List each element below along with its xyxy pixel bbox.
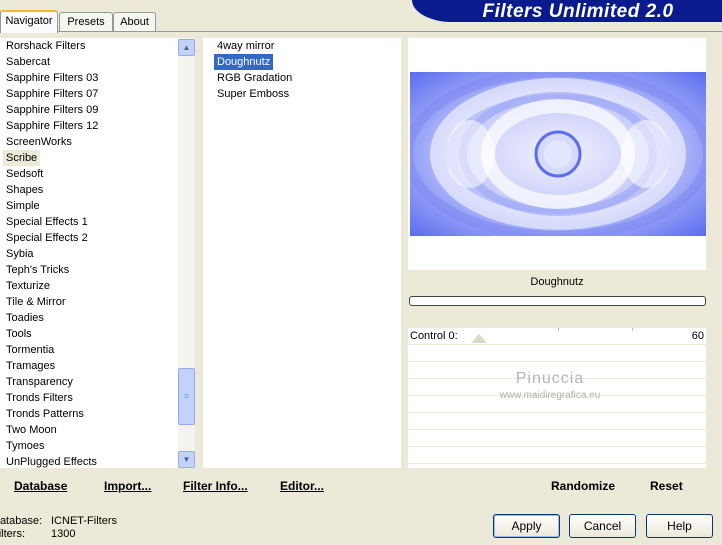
filter-item[interactable]: RGB Gradation	[214, 70, 295, 86]
control-0-label: Control 0:	[410, 330, 458, 342]
category-item[interactable]: Sabercat	[3, 54, 53, 70]
editor-label: Editor...	[280, 479, 325, 493]
database-button[interactable]: Database	[14, 479, 67, 493]
progress-bar	[409, 296, 706, 306]
control-row-empty	[408, 447, 706, 464]
tab-navigator[interactable]: Navigator	[0, 10, 58, 33]
control-0-value: 60	[691, 330, 704, 342]
reset-button[interactable]: Reset	[650, 479, 683, 493]
category-scrollbar[interactable]: ▲ ≡ ▼	[178, 38, 195, 468]
tab-divider	[0, 31, 722, 32]
filters-footer-label: Filters:	[0, 528, 25, 540]
tab-presets[interactable]: Presets	[59, 12, 113, 31]
category-item[interactable]: Sapphire Filters 12	[3, 118, 101, 134]
preview-image	[410, 72, 706, 236]
category-list[interactable]: Rorshack Filters Sabercat Sapphire Filters…	[0, 38, 178, 468]
category-item[interactable]: Tormentia	[3, 342, 57, 358]
category-item[interactable]: Sedsoft	[3, 166, 46, 182]
filter-item[interactable]: Doughnutz	[214, 54, 274, 70]
filter-info-button[interactable]: Filter Info...	[183, 479, 248, 493]
database-footer-value: ICNET-Filters	[51, 515, 117, 527]
filters-footer-value: 1300	[51, 528, 76, 540]
category-item[interactable]: Special Effects 2	[3, 230, 91, 246]
category-item[interactable]: Simple	[3, 198, 43, 214]
slider-tick	[558, 328, 559, 331]
editor-button[interactable]: Editor...	[280, 479, 324, 493]
scroll-down-button[interactable]: ▼	[178, 451, 195, 468]
category-item[interactable]: Tronds Patterns	[3, 406, 87, 422]
category-item[interactable]: Sapphire Filters 09	[3, 102, 101, 118]
category-item[interactable]: Tramages	[3, 358, 58, 374]
control-row-empty	[408, 430, 706, 447]
database-footer-label: Database:	[0, 515, 43, 527]
app-title: Filters Unlimited 2.0	[482, 1, 674, 22]
category-item[interactable]: Scribe	[3, 150, 41, 166]
randomize-button[interactable]: Randomize	[551, 479, 615, 493]
category-item[interactable]: Rorshack Filters	[3, 38, 88, 54]
control-0-row[interactable]: Control 0: 60	[408, 328, 706, 345]
filter-item[interactable]: Super Emboss	[214, 86, 292, 102]
control-0-slider-thumb[interactable]	[471, 334, 488, 343]
database-label: Database	[14, 479, 68, 493]
category-item[interactable]: Toadies	[3, 310, 47, 326]
category-item[interactable]: Sapphire Filters 07	[3, 86, 101, 102]
category-item[interactable]: Tymoes	[3, 438, 48, 454]
import-label: Import...	[104, 479, 152, 493]
help-button[interactable]: Help	[646, 514, 713, 538]
panel-gutter	[195, 38, 203, 468]
control-row-empty	[408, 413, 706, 430]
category-item[interactable]: Tools	[3, 326, 35, 342]
category-item[interactable]: Two Moon	[3, 422, 60, 438]
tab-about[interactable]: About	[113, 12, 156, 31]
category-item[interactable]: Tile & Mirror	[3, 294, 68, 310]
category-item[interactable]: Sybia	[3, 246, 37, 262]
filter-name-label: Doughnutz	[530, 276, 584, 288]
control-row-empty	[408, 345, 706, 362]
slider-tick	[632, 328, 633, 331]
watermark-url: www.maidiregrafica.eu	[499, 390, 601, 401]
category-item[interactable]: Transparency	[3, 374, 76, 390]
category-item[interactable]: Teph's Tricks	[3, 262, 72, 278]
scroll-thumb[interactable]: ≡	[178, 368, 195, 425]
scroll-up-button[interactable]: ▲	[178, 39, 195, 56]
category-item[interactable]: Special Effects 1	[3, 214, 91, 230]
apply-button[interactable]: Apply	[493, 514, 560, 538]
watermark-name: Pinuccia	[515, 370, 585, 387]
category-item[interactable]: Texturize	[3, 278, 53, 294]
category-item[interactable]: ScreenWorks	[3, 134, 75, 150]
filter-item[interactable]: 4way mirror	[214, 38, 277, 54]
category-item[interactable]: UnPlugged Effects	[3, 454, 100, 470]
filter-info-label: Filter Info...	[183, 479, 248, 493]
category-item[interactable]: Sapphire Filters 03	[3, 70, 101, 86]
filter-list[interactable]: 4way mirror Doughnutz RGB Gradation Super E…	[203, 38, 401, 468]
import-button[interactable]: Import...	[104, 479, 151, 493]
category-item[interactable]: Tronds Filters	[3, 390, 76, 406]
cancel-button[interactable]: Cancel	[569, 514, 636, 538]
panel-gutter-right	[401, 38, 408, 468]
category-item[interactable]: Shapes	[3, 182, 46, 198]
